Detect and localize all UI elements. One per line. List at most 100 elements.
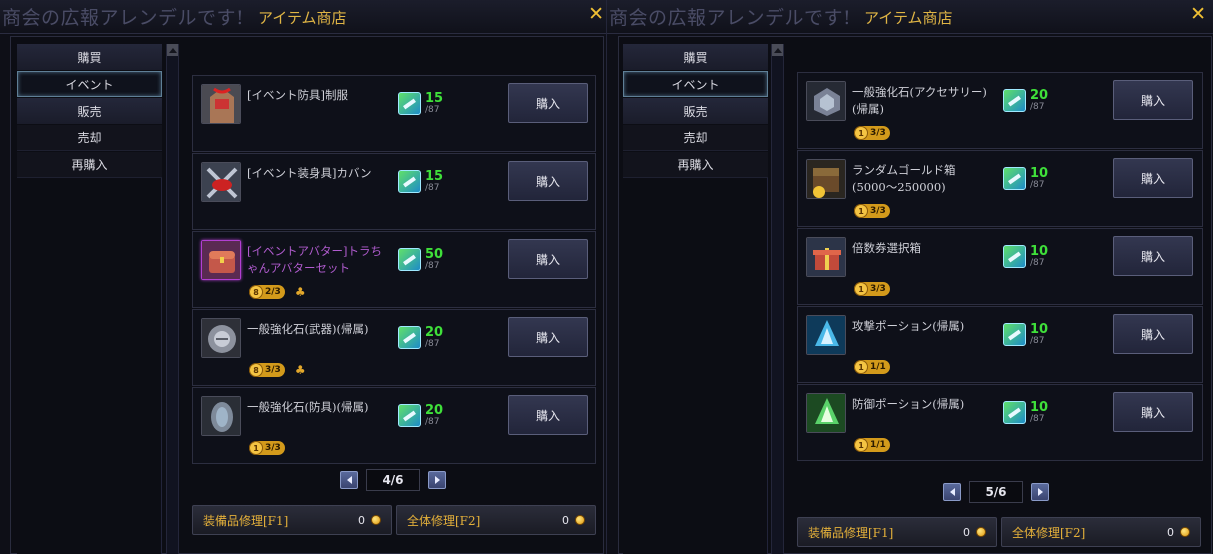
scroll-up-icon[interactable] bbox=[772, 44, 783, 56]
repair-all-button[interactable]: 全体修理[F2] 0 bbox=[1001, 517, 1201, 547]
pagination: 4/6 bbox=[340, 469, 446, 491]
price-value: 50 bbox=[425, 246, 444, 262]
item-name: 一般強化石(防具)(帰属) bbox=[247, 400, 369, 414]
bag-icon[interactable] bbox=[201, 162, 241, 202]
price-max: /87 bbox=[425, 182, 440, 193]
item-list: 一般強化石(アクセサリー)(帰属) 20/87 購入 1 3/3 ランダムゴールド… bbox=[797, 72, 1203, 462]
event-ticket-icon bbox=[1003, 401, 1026, 424]
pagination-right: 5/6 bbox=[943, 481, 1049, 503]
repair-equipment-button[interactable]: 装備品修理[F1] 0 bbox=[797, 517, 997, 547]
stone-icon[interactable] bbox=[201, 318, 241, 358]
item-badges: 1 3/3 bbox=[249, 441, 285, 455]
price-value: 20 bbox=[1030, 87, 1049, 103]
prev-page-icon[interactable] bbox=[340, 471, 358, 489]
list-item: 攻撃ポーション(帰属) 10/87 購入 1 1/1 bbox=[797, 306, 1203, 383]
list-item: 防御ポーション(帰属) 10/87 購入 1 1/1 bbox=[797, 384, 1203, 461]
accessory-stone-icon[interactable] bbox=[806, 81, 846, 121]
sidebar-scrollbar[interactable] bbox=[166, 44, 179, 554]
next-page-icon[interactable] bbox=[1031, 483, 1049, 501]
price-max: /87 bbox=[425, 338, 440, 349]
buy-button[interactable]: 購入 bbox=[1113, 80, 1193, 120]
buy-button[interactable]: 購入 bbox=[508, 83, 588, 123]
buy-button[interactable]: 購入 bbox=[508, 317, 588, 357]
price-max: /87 bbox=[1030, 413, 1045, 424]
sidebar-item-rebuy[interactable]: 再購入 bbox=[623, 152, 768, 178]
page-indicator: 4/6 bbox=[366, 469, 420, 491]
limit-icon: 1 bbox=[854, 438, 868, 452]
title-bar[interactable]: 商会の広報アレンデルです! アイテム商店 ✕ bbox=[607, 0, 1213, 34]
attack-potion-icon[interactable] bbox=[806, 315, 846, 355]
repair-cost: 0 bbox=[358, 513, 365, 527]
gift-box-icon[interactable] bbox=[806, 237, 846, 277]
sidebar-item-purchase[interactable]: 購買 bbox=[17, 44, 162, 70]
sidebar-item-rebuy[interactable]: 再購入 bbox=[17, 152, 162, 178]
event-ticket-icon bbox=[398, 326, 421, 349]
sidebar-item-event[interactable]: イベント bbox=[623, 71, 768, 97]
purchase-limit-badge: 1 1/1 bbox=[854, 360, 890, 374]
close-icon[interactable]: ✕ bbox=[588, 4, 604, 24]
sidebar-item-sale[interactable]: 販売 bbox=[623, 98, 768, 124]
title-bar[interactable]: 商会の広報アレンデルです! アイテム商店 ✕ bbox=[0, 0, 606, 34]
repair-cost: 0 bbox=[1167, 525, 1174, 539]
shop-window-right: 商会の広報アレンデルです! アイテム商店 ✕ 購買 イベント 販売 売却 再購入… bbox=[606, 0, 1213, 554]
chest-icon[interactable] bbox=[201, 240, 241, 280]
list-item: [イベントアバター]トラちゃんアバターセット 50/87 購入 8 2/3 ♣ bbox=[192, 231, 596, 308]
price-max: /87 bbox=[1030, 335, 1045, 346]
sidebar-item-sale[interactable]: 販売 bbox=[17, 98, 162, 124]
item-badges: 8 3/3 ♣ bbox=[249, 363, 311, 377]
repair-cost: 0 bbox=[562, 513, 569, 527]
price-max: /87 bbox=[425, 260, 440, 271]
next-page-icon[interactable] bbox=[428, 471, 446, 489]
list-item: 一般強化石(防具)(帰属) 20/87 購入 1 3/3 bbox=[192, 387, 596, 464]
buy-button[interactable]: 購入 bbox=[508, 239, 588, 279]
purchase-limit-badge: 1 3/3 bbox=[854, 126, 890, 140]
uniform-icon[interactable] bbox=[201, 84, 241, 124]
armor-stone-icon[interactable] bbox=[201, 396, 241, 436]
item-badges: 1 1/1 bbox=[854, 360, 890, 374]
scroll-up-icon[interactable] bbox=[167, 44, 178, 56]
item-name: 攻撃ポーション(帰属) bbox=[852, 319, 965, 333]
limit-icon: 1 bbox=[854, 282, 868, 296]
close-icon[interactable]: ✕ bbox=[1190, 4, 1206, 24]
npc-greeting: 商会の広報アレンデルです! bbox=[2, 7, 245, 29]
buy-button[interactable]: 購入 bbox=[1113, 236, 1193, 276]
gold-box-icon[interactable] bbox=[806, 159, 846, 199]
list-item: [イベント装身具]カバン 15/87 購入 bbox=[192, 153, 596, 230]
buy-button[interactable]: 購入 bbox=[1113, 314, 1193, 354]
prev-page-icon[interactable] bbox=[943, 483, 961, 501]
sidebar-item-purchase[interactable]: 購買 bbox=[623, 44, 768, 70]
sidebar-empty-area bbox=[623, 178, 768, 554]
repair-equipment-button[interactable]: 装備品修理[F1] 0 bbox=[192, 505, 392, 535]
shop-window-left: 商会の広報アレンデルです! アイテム商店 ✕ 購買 イベント 販売 売却 再購入… bbox=[0, 0, 606, 554]
purchase-limit-badge: 8 2/3 bbox=[249, 285, 285, 299]
sidebar-item-event[interactable]: イベント bbox=[17, 71, 162, 97]
price-value: 10 bbox=[1030, 165, 1049, 181]
sidebar-item-sell[interactable]: 売却 bbox=[17, 125, 162, 151]
gold-coin-icon bbox=[575, 515, 585, 525]
price-max: /87 bbox=[1030, 179, 1045, 190]
price-value: 10 bbox=[1030, 399, 1049, 415]
buy-button[interactable]: 購入 bbox=[1113, 392, 1193, 432]
event-ticket-icon bbox=[398, 92, 421, 115]
category-sidebar: 購買 イベント 販売 売却 再購入 bbox=[17, 44, 162, 179]
window-title: アイテム商店 bbox=[258, 9, 347, 27]
defense-potion-icon[interactable] bbox=[806, 393, 846, 433]
buy-button[interactable]: 購入 bbox=[1113, 158, 1193, 198]
sidebar-item-sell[interactable]: 売却 bbox=[623, 125, 768, 151]
price-max: /87 bbox=[425, 416, 440, 427]
item-name: [イベントアバター]トラちゃんアバターセット bbox=[247, 244, 383, 275]
price-value: 15 bbox=[425, 90, 444, 106]
item-price: 15/87 bbox=[398, 92, 443, 115]
buy-button[interactable]: 購入 bbox=[508, 395, 588, 435]
item-price: 10/87 bbox=[1003, 323, 1048, 346]
category-sidebar: 購買 イベント 販売 売却 再購入 bbox=[623, 44, 768, 179]
item-list: [イベント防具]制服 15/87 購入 [イベント装身具]カバン 15/87 購… bbox=[192, 75, 596, 465]
purchase-limit-badge: 1 3/3 bbox=[854, 204, 890, 218]
buy-button[interactable]: 購入 bbox=[508, 161, 588, 201]
event-ticket-icon bbox=[398, 170, 421, 193]
item-name: 倍数券選択箱 bbox=[852, 241, 921, 255]
sidebar-scrollbar[interactable] bbox=[771, 44, 784, 554]
item-name: 一般強化石(アクセサリー)(帰属) bbox=[852, 85, 987, 116]
event-ticket-icon bbox=[398, 404, 421, 427]
repair-all-button[interactable]: 全体修理[F2] 0 bbox=[396, 505, 596, 535]
